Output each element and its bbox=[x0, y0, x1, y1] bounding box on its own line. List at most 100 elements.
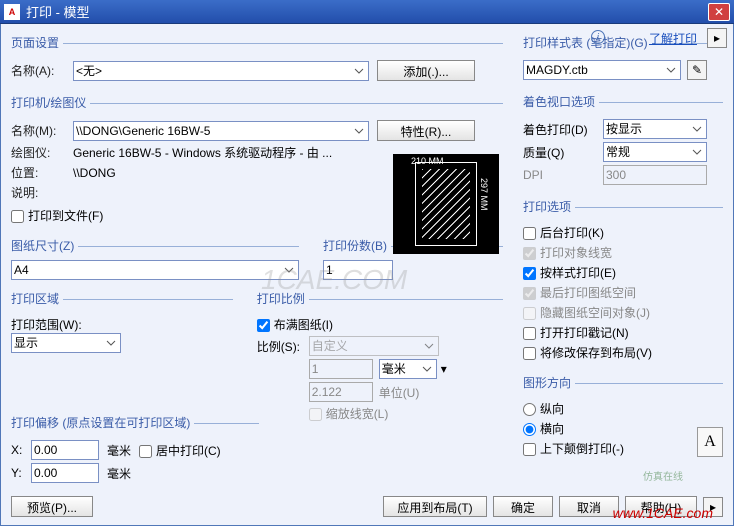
quality-label: 质量(Q) bbox=[523, 144, 603, 161]
plotter-value: Generic 16BW-5 - Windows 系统驱动程序 - 由 ... bbox=[73, 144, 332, 161]
scale-num-input bbox=[309, 359, 373, 379]
opt-hide-checkbox bbox=[523, 307, 536, 320]
offset-group: 打印偏移 (原点设置在可打印区域) X: 毫米居中打印(C) Y: 毫米 bbox=[11, 414, 259, 492]
fit-paper-label[interactable]: 布满图纸(I) bbox=[257, 316, 333, 333]
cancel-button[interactable]: 取消 bbox=[559, 496, 619, 517]
opt-lw-checkbox bbox=[523, 247, 536, 260]
scale-label: 比例(S): bbox=[257, 338, 309, 355]
viewport-group: 着色视口选项 着色打印(D)按显示 质量(Q)常规 DPI bbox=[523, 93, 723, 194]
printer-name-select[interactable]: \\DONG\Generic 16BW-5 bbox=[73, 121, 369, 141]
print-to-file-label[interactable]: 打印到文件(F) bbox=[11, 207, 103, 224]
offset-y-label: Y: bbox=[11, 466, 31, 480]
plot-scale-group: 打印比例 布满图纸(I) 比例(S):自定义 毫米▾ 单位(U) 缩放线宽(L) bbox=[257, 290, 503, 431]
orient-landscape-label[interactable]: 横向 bbox=[523, 420, 564, 437]
opt-last-checkbox bbox=[523, 287, 536, 300]
chevron-right-icon: ▸ bbox=[710, 500, 716, 514]
plot-options-legend: 打印选项 bbox=[523, 198, 575, 217]
expand-button-bottom[interactable]: ▸ bbox=[703, 497, 723, 517]
opt-bg-label[interactable]: 后台打印(K) bbox=[523, 224, 604, 241]
viewport-legend: 着色视口选项 bbox=[523, 93, 599, 112]
opt-hide-label: 隐藏图纸空间对象(J) bbox=[523, 304, 650, 321]
opt-lw-label: 打印对象线宽 bbox=[523, 244, 612, 261]
center-plot-checkbox[interactable] bbox=[139, 445, 152, 458]
orient-portrait-label[interactable]: 纵向 bbox=[523, 400, 564, 417]
scale-unit-select[interactable]: 毫米 bbox=[379, 359, 437, 379]
orient-portrait-radio[interactable] bbox=[523, 403, 536, 416]
opt-save-checkbox[interactable] bbox=[523, 347, 536, 360]
info-icon[interactable]: i bbox=[591, 30, 605, 44]
help-link[interactable]: 了解打印 bbox=[649, 30, 697, 47]
printer-properties-button[interactable]: 特性(R)... bbox=[377, 120, 475, 141]
chevron-right-icon: ▸ bbox=[714, 31, 720, 45]
center-plot-label[interactable]: 居中打印(C) bbox=[139, 442, 221, 459]
quality-select[interactable]: 常规 bbox=[603, 142, 707, 162]
plot-area-legend: 打印区域 bbox=[11, 290, 63, 309]
opt-last-label: 最后打印图纸空间 bbox=[523, 284, 636, 301]
orient-upside-checkbox[interactable] bbox=[523, 443, 536, 456]
style-table-select[interactable]: MAGDY.ctb bbox=[523, 60, 681, 80]
printer-legend: 打印机/绘图仪 bbox=[11, 94, 90, 113]
plotter-label: 绘图仪: bbox=[11, 144, 73, 161]
window-title: 打印 - 模型 bbox=[26, 2, 708, 21]
plot-scope-label: 打印范围(W): bbox=[11, 316, 82, 333]
pencil-icon: ✎ bbox=[692, 63, 702, 77]
opt-styles-checkbox[interactable] bbox=[523, 267, 536, 280]
orient-landscape-radio[interactable] bbox=[523, 423, 536, 436]
plot-scope-select[interactable]: 显示 bbox=[11, 333, 121, 353]
preview-height: 297 MM bbox=[479, 178, 489, 211]
opt-styles-label[interactable]: 按样式打印(E) bbox=[523, 264, 616, 281]
shade-select[interactable]: 按显示 bbox=[603, 119, 707, 139]
where-label: 位置: bbox=[11, 164, 73, 181]
add-pagesetup-button[interactable]: 添加(.)... bbox=[377, 60, 475, 81]
shade-label: 着色打印(D) bbox=[523, 121, 603, 138]
print-to-file-checkbox[interactable] bbox=[11, 210, 24, 223]
help-button[interactable]: 帮助(H) bbox=[625, 496, 697, 517]
offset-x-unit: 毫米 bbox=[107, 442, 131, 459]
style-table-legend: 打印样式表 (笔指定)(G) bbox=[523, 34, 652, 53]
paper-size-group: 图纸尺寸(Z) A4 bbox=[11, 237, 299, 286]
where-value: \\DONG bbox=[73, 166, 116, 180]
offset-x-input[interactable] bbox=[31, 440, 99, 460]
plot-scale-legend: 打印比例 bbox=[257, 290, 309, 309]
scale-lw-checkbox bbox=[309, 408, 322, 421]
page-setup-group: 页面设置 名称(A): <无> 添加(.)... bbox=[11, 34, 503, 90]
offset-y-input[interactable] bbox=[31, 463, 99, 483]
printer-name-label: 名称(M): bbox=[11, 122, 73, 139]
expand-button[interactable]: ▸ bbox=[707, 28, 727, 48]
fit-paper-checkbox[interactable] bbox=[257, 319, 270, 332]
dpi-label: DPI bbox=[523, 168, 603, 182]
opt-stamp-label[interactable]: 打开打印戳记(N) bbox=[523, 324, 629, 341]
orient-upside-label[interactable]: 上下颠倒打印(-) bbox=[523, 440, 624, 457]
page-name-select[interactable]: <无> bbox=[73, 61, 369, 81]
opt-bg-checkbox[interactable] bbox=[523, 227, 536, 240]
close-button[interactable]: ✕ bbox=[708, 3, 730, 21]
copies-legend: 打印份数(B) bbox=[323, 237, 391, 256]
scale-den-unit: 单位(U) bbox=[379, 384, 420, 401]
opt-save-label[interactable]: 将修改保存到布局(V) bbox=[523, 344, 652, 361]
paper-preview: 210 MM 297 MM bbox=[393, 154, 499, 254]
plot-options-group: 打印选项 后台打印(K) 打印对象线宽 按样式打印(E) 最后打印图纸空间 隐藏… bbox=[523, 198, 723, 370]
page-setup-legend: 页面设置 bbox=[11, 34, 63, 53]
app-icon: A bbox=[4, 4, 20, 20]
copies-input[interactable] bbox=[323, 260, 393, 280]
offset-legend: 打印偏移 (原点设置在可打印区域) bbox=[11, 414, 194, 433]
dpi-input bbox=[603, 165, 707, 185]
orientation-icon: A bbox=[697, 427, 723, 457]
desc-label: 说明: bbox=[11, 184, 73, 201]
offset-x-label: X: bbox=[11, 443, 31, 457]
plot-area-group: 打印区域 打印范围(W): 显示 bbox=[11, 290, 233, 431]
opt-stamp-checkbox[interactable] bbox=[523, 327, 536, 340]
scale-den-input bbox=[309, 382, 373, 402]
style-table-edit-button[interactable]: ✎ bbox=[687, 60, 707, 80]
ok-button[interactable]: 确定 bbox=[493, 496, 553, 517]
orientation-group: 图形方向 纵向 横向 上下颠倒打印(-) A bbox=[523, 374, 723, 466]
scale-lw-label: 缩放线宽(L) bbox=[309, 405, 389, 422]
offset-y-unit: 毫米 bbox=[107, 465, 131, 482]
scale-select: 自定义 bbox=[309, 336, 439, 356]
page-name-label: 名称(A): bbox=[11, 62, 73, 79]
apply-layout-button[interactable]: 应用到布局(T) bbox=[383, 496, 487, 517]
orientation-legend: 图形方向 bbox=[523, 374, 575, 393]
paper-size-select[interactable]: A4 bbox=[11, 260, 299, 280]
preview-button[interactable]: 预览(P)... bbox=[11, 496, 93, 517]
paper-size-legend: 图纸尺寸(Z) bbox=[11, 237, 78, 256]
